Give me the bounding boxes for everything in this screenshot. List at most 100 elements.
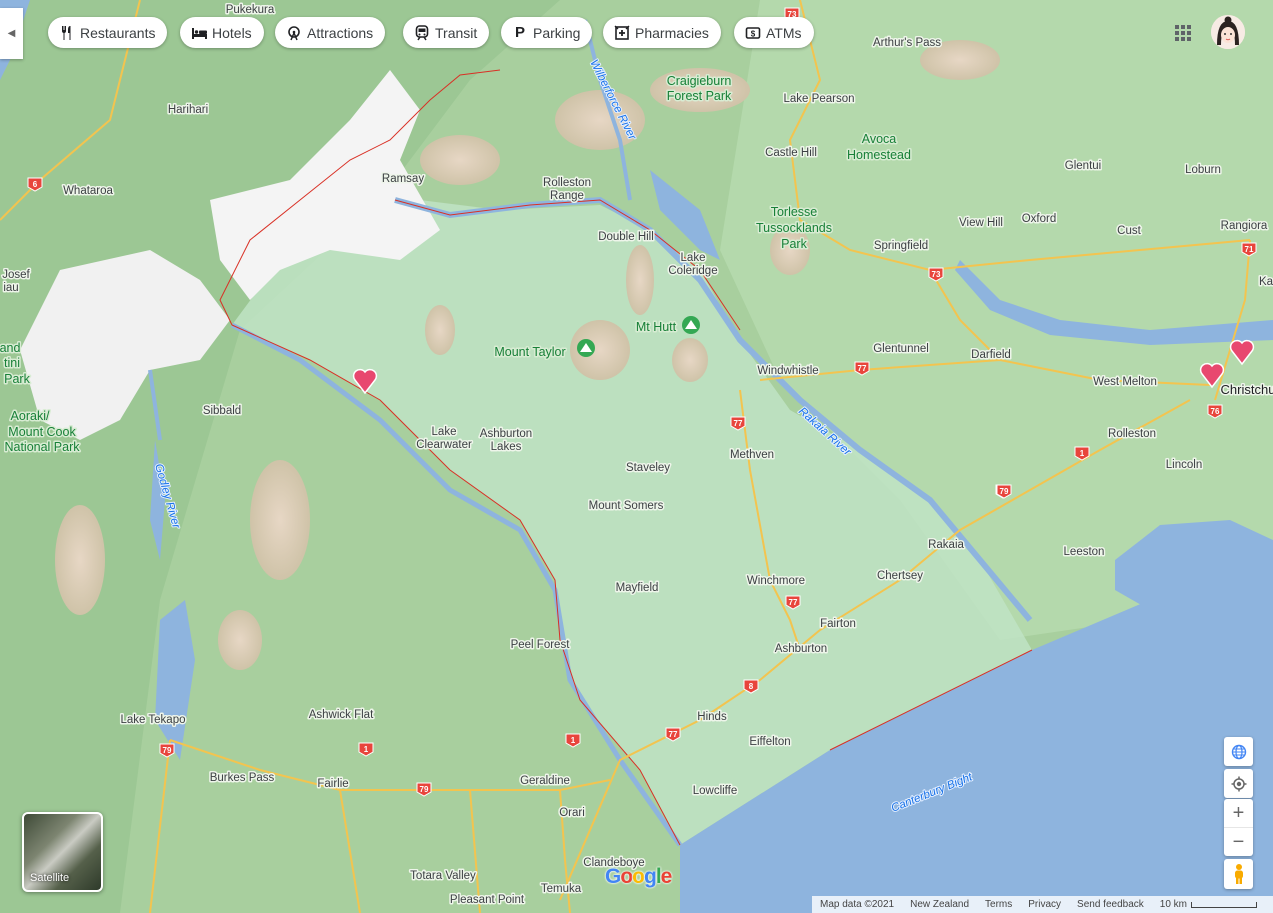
- place-label: Mayfield: [616, 582, 659, 594]
- chip-transit[interactable]: Transit: [403, 17, 490, 48]
- place-label: West Melton: [1093, 376, 1157, 388]
- park-label: Park: [781, 237, 807, 251]
- park-label: Forest Park: [667, 89, 732, 103]
- terrain-patch: [626, 245, 654, 315]
- road-shield-label: 73: [932, 270, 941, 279]
- bed-icon: [190, 24, 208, 42]
- road-shield-label: 8: [749, 682, 754, 691]
- road-shield-label: 77: [789, 598, 798, 607]
- park-label: National Park: [4, 440, 80, 454]
- terrain-patch: [218, 610, 262, 670]
- place-label: Josef: [2, 269, 30, 281]
- park-label: Torlesse: [771, 205, 818, 219]
- place-label: Totara Valley: [410, 870, 476, 882]
- place-label: Lincoln: [1166, 459, 1202, 471]
- place-label: Whataroa: [63, 185, 113, 197]
- park-label: Mount Taylor: [494, 345, 565, 359]
- place-label: Pleasant Point: [450, 894, 525, 906]
- map-footer: Map data ©2021 New Zealand Terms Privacy…: [812, 896, 1273, 913]
- minus-icon: −: [1232, 830, 1245, 853]
- apps-grid-icon: [1175, 25, 1191, 41]
- place-label: Mount Somers: [589, 500, 664, 512]
- place-label: Ashburton: [775, 643, 827, 655]
- map-data-attribution: Map data ©2021: [820, 899, 895, 910]
- road-shield-label: 77: [734, 419, 743, 428]
- place-label: Lake: [681, 252, 706, 264]
- chip-parking[interactable]: P Parking: [501, 17, 593, 48]
- privacy-link[interactable]: Privacy: [1028, 899, 1061, 910]
- place-label: Rakaia: [928, 539, 964, 551]
- account-avatar[interactable]: [1211, 15, 1245, 49]
- train-icon: [413, 24, 431, 42]
- chip-label: Pharmacies: [635, 24, 709, 41]
- terrain-patch: [425, 305, 455, 355]
- place-label: Eiffelton: [749, 736, 790, 748]
- mount-taylor-park-icon[interactable]: [577, 339, 595, 357]
- place-label: Geraldine: [520, 775, 570, 787]
- chip-atms[interactable]: $ ATMs: [734, 17, 814, 48]
- ferris-wheel-icon: [285, 24, 303, 42]
- place-label: Castle Hill: [765, 147, 817, 159]
- chip-restaurants[interactable]: Restaurants: [48, 17, 168, 48]
- scale-label: 10 km: [1159, 899, 1187, 910]
- road-shield-label: 6: [33, 180, 38, 189]
- place-label: Double Hill: [598, 231, 654, 243]
- map-canvas[interactable]: 73671737777777611177117979798 Pukekura H…: [0, 0, 1273, 913]
- place-label: Rolleston: [543, 177, 591, 189]
- google-apps-button[interactable]: [1172, 22, 1194, 44]
- place-label: Lake: [432, 426, 457, 438]
- place-label: Pukekura: [226, 4, 275, 16]
- place-label: Range: [550, 190, 584, 202]
- terms-link[interactable]: Terms: [985, 899, 1012, 910]
- mt-hutt-park-icon[interactable]: [682, 316, 700, 334]
- zoom-controls: + −: [1224, 799, 1253, 856]
- park-label: Craigieburn: [667, 74, 732, 88]
- zoom-in-button[interactable]: +: [1224, 799, 1253, 827]
- place-label: Ashwick Flat: [309, 709, 374, 721]
- chip-pharmacies[interactable]: Pharmacies: [603, 17, 721, 48]
- place-label: Leeston: [1064, 546, 1105, 558]
- place-label: Harihari: [168, 104, 208, 116]
- collapse-side-panel-button[interactable]: ◀: [0, 8, 23, 59]
- place-label: Fairlie: [317, 778, 348, 790]
- globe-view-button[interactable]: [1224, 737, 1253, 766]
- fork-knife-icon: [58, 24, 76, 42]
- avatar-face-icon: [1211, 15, 1245, 49]
- place-label: Arthur's Pass: [873, 37, 941, 49]
- satellite-layer-toggle[interactable]: Satellite: [22, 812, 103, 892]
- chip-label: Attractions: [307, 24, 374, 41]
- parking-icon: P: [514, 24, 525, 41]
- place-label: Windwhistle: [757, 365, 818, 377]
- place-label: View Hill: [959, 217, 1003, 229]
- globe-icon: [1231, 744, 1246, 759]
- zoom-out-button[interactable]: −: [1224, 827, 1253, 856]
- chip-label: Hotels: [212, 24, 252, 41]
- send-feedback-link[interactable]: Send feedback: [1077, 899, 1144, 910]
- road-shield-label: 76: [1211, 407, 1220, 416]
- place-label: Lakes: [491, 441, 522, 453]
- place-label: Clearwater: [416, 439, 472, 451]
- place-label: Peel Forest: [511, 639, 571, 651]
- road-shield-label: 79: [1000, 487, 1009, 496]
- chip-attractions[interactable]: Attractions: [275, 17, 386, 48]
- place-label: Staveley: [626, 462, 670, 474]
- park-label: Park: [4, 372, 30, 386]
- place-label: Fairton: [820, 618, 856, 630]
- terrain-patch: [250, 460, 310, 580]
- my-location-button[interactable]: [1224, 769, 1253, 798]
- road-shield-label: 1: [571, 736, 576, 745]
- park-label: Aoraki/: [11, 409, 50, 423]
- place-label: Darfield: [971, 349, 1011, 361]
- caret-left-icon: ◀: [7, 28, 16, 39]
- country-link[interactable]: New Zealand: [910, 899, 969, 910]
- road-shield-label: 1: [364, 745, 369, 754]
- scale-bar[interactable]: 10 km: [1160, 899, 1257, 910]
- pharmacy-icon: [613, 24, 631, 42]
- plus-icon: +: [1232, 801, 1245, 824]
- road-shield-label: 1: [1080, 449, 1085, 458]
- chip-hotels[interactable]: Hotels: [180, 17, 264, 48]
- place-label: Winchmore: [747, 575, 805, 587]
- place-label: Lowcliffe: [693, 785, 738, 797]
- park-label: Avoca: [862, 132, 897, 146]
- street-view-pegman[interactable]: [1224, 859, 1253, 889]
